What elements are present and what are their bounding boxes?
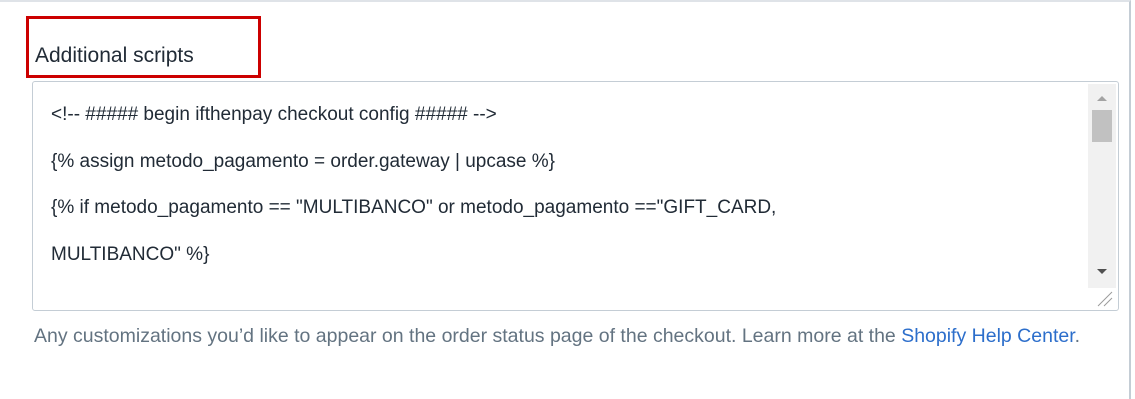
help-text: Any customizations you’d like to appear … <box>34 320 1124 353</box>
additional-scripts-textarea[interactable]: <!-- ##### begin ifthenpay checkout conf… <box>32 81 1119 311</box>
scrollbar-thumb[interactable] <box>1092 110 1112 142</box>
help-text-body: Any customizations you’d like to appear … <box>34 325 902 347</box>
code-line: {% assign metodo_pagamento = order.gatew… <box>51 150 556 172</box>
code-line: MULTIBANCO" %} <box>51 243 210 265</box>
textarea-content[interactable]: <!-- ##### begin ifthenpay checkout conf… <box>51 92 1078 278</box>
additional-scripts-label: Additional scripts <box>35 44 194 67</box>
resize-handle-icon[interactable] <box>1088 288 1116 308</box>
help-text-end: . <box>1074 325 1081 347</box>
code-line: <!-- ##### begin ifthenpay checkout conf… <box>51 104 497 125</box>
scroll-up-arrow-icon[interactable] <box>1088 84 1116 112</box>
shopify-help-center-link[interactable]: Shopify Help Center <box>901 325 1074 347</box>
code-line: {% if metodo_pagamento == "MULTIBANCO" o… <box>51 197 777 218</box>
vertical-scrollbar[interactable] <box>1088 84 1116 308</box>
scroll-down-arrow-icon[interactable] <box>1088 258 1116 286</box>
